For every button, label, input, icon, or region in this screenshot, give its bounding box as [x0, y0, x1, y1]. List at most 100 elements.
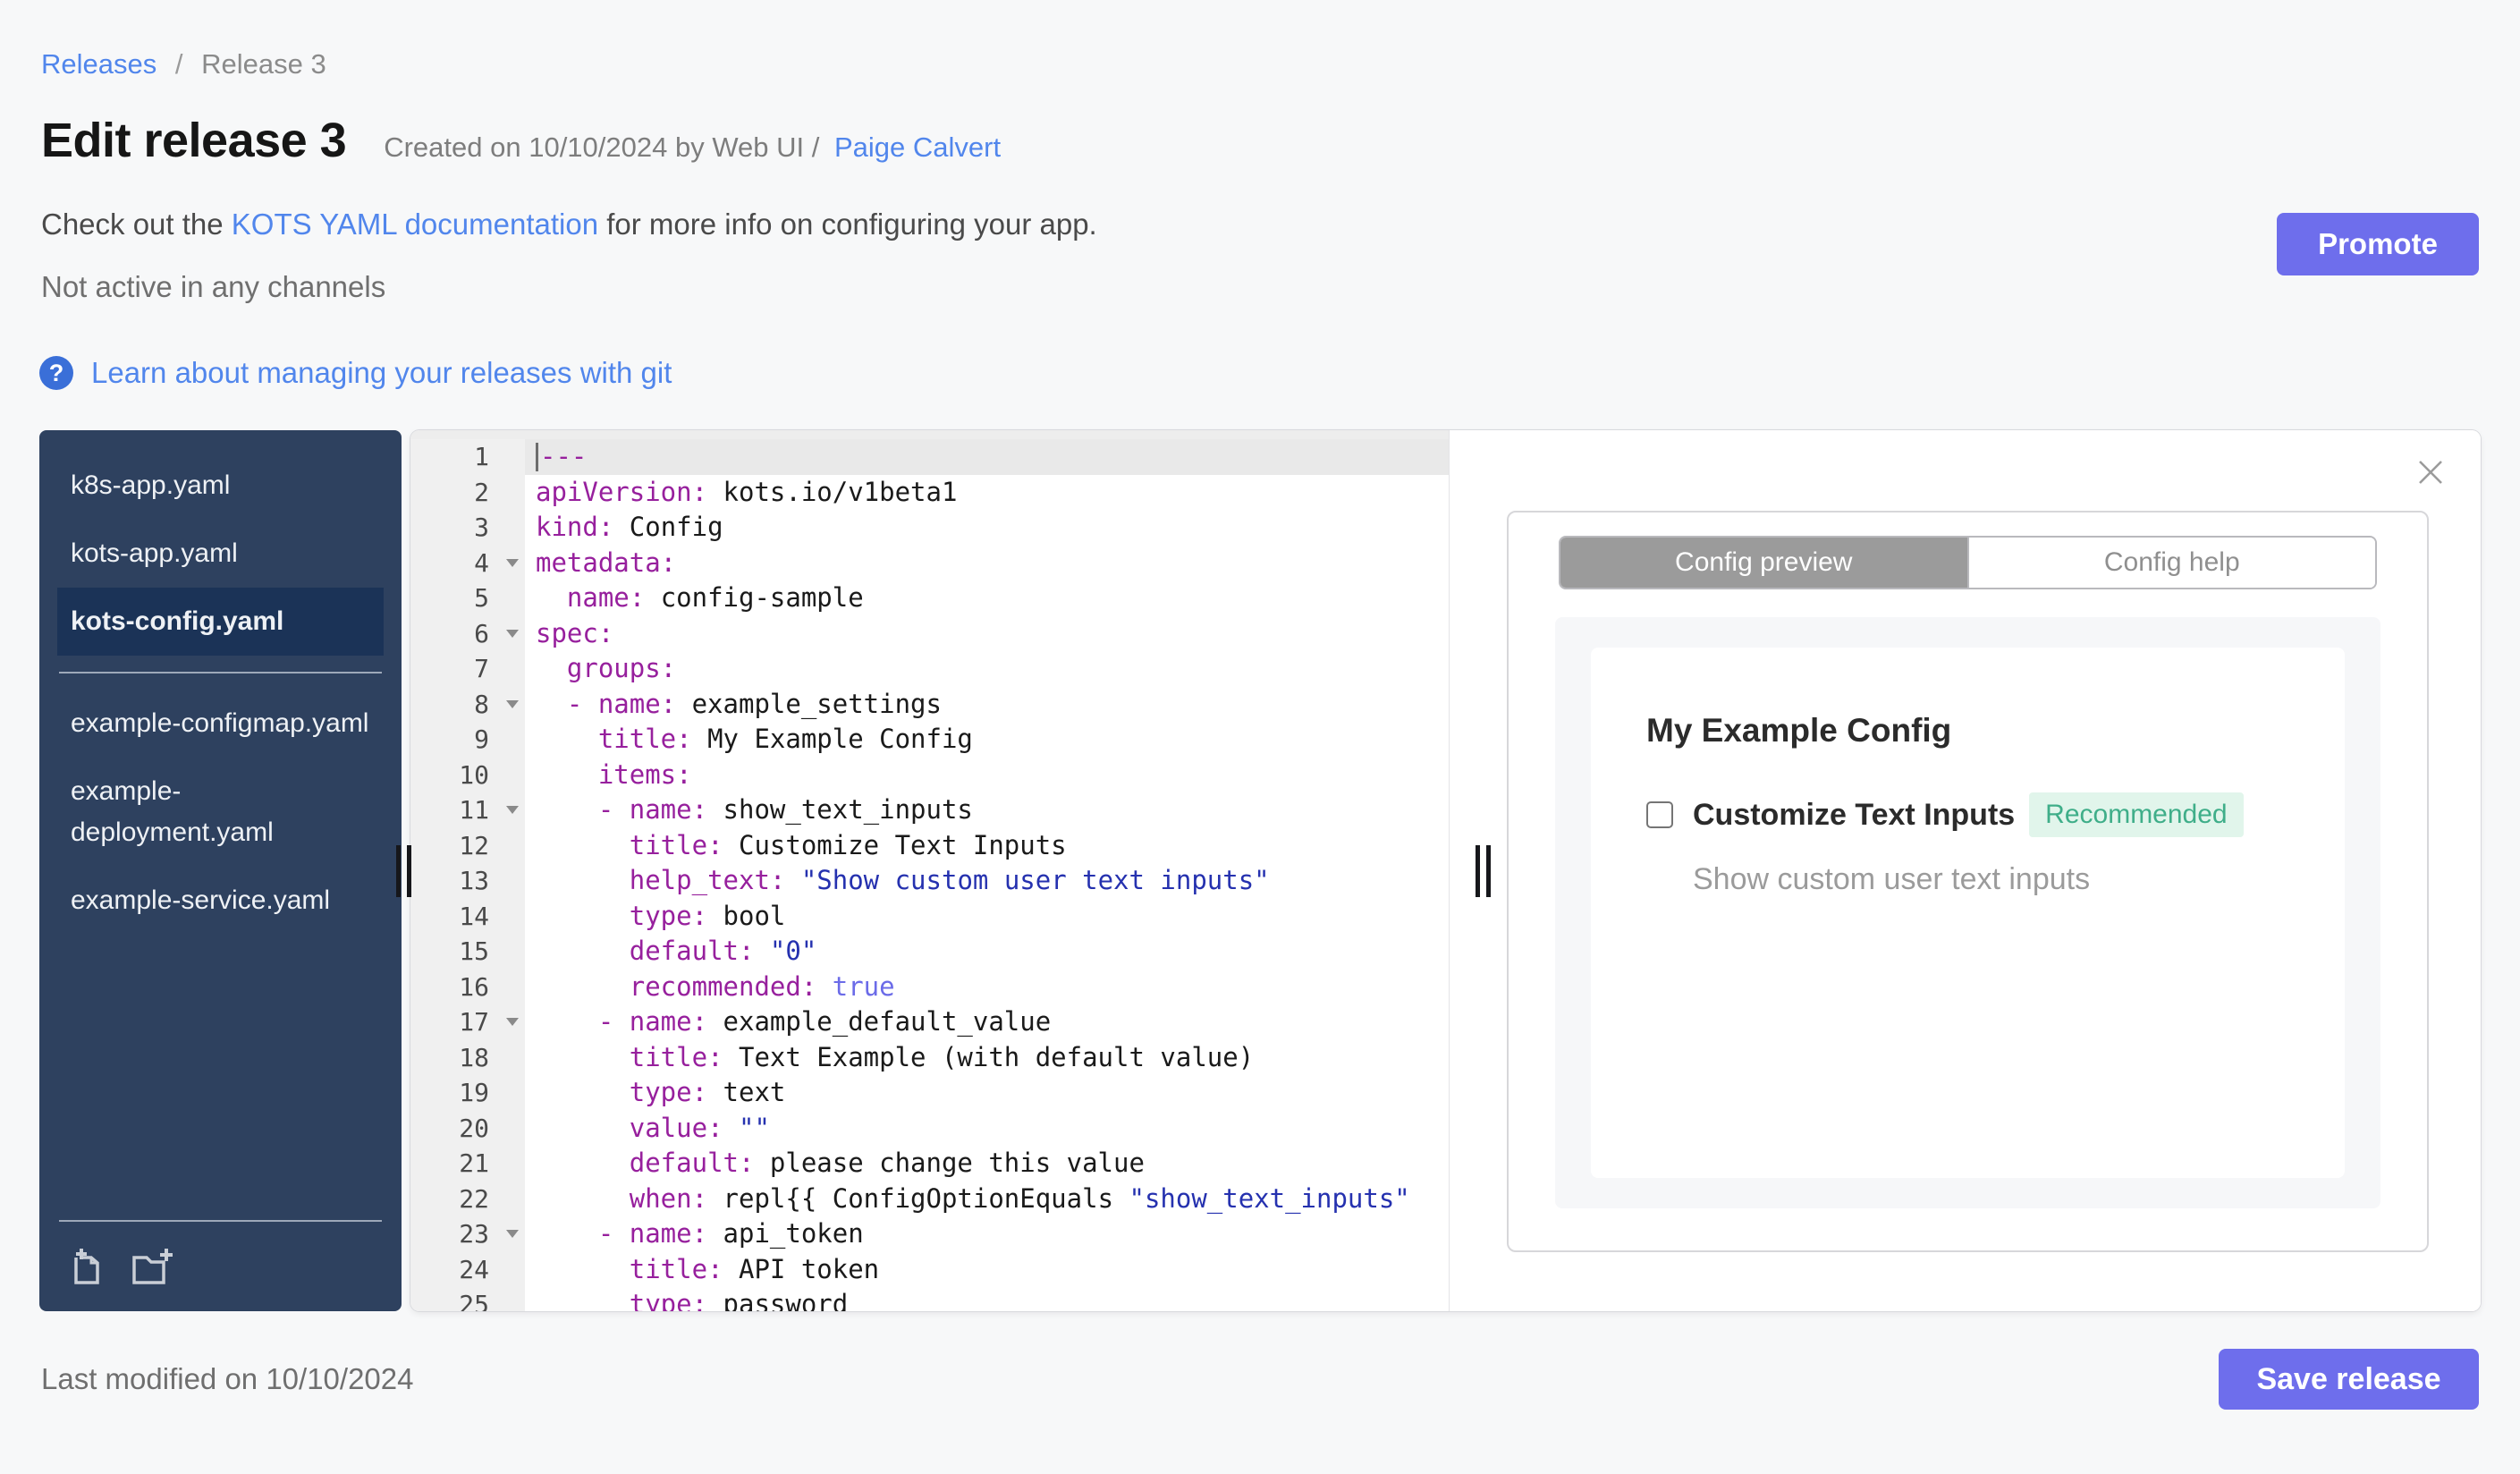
code-line-4[interactable]: 4 metadata: [410, 545, 1449, 580]
sidebar-file-kots-app.yaml[interactable]: kots-app.yaml [57, 520, 384, 588]
code-text: --- [525, 439, 1449, 475]
code-line-2[interactable]: 2 apiVersion: kots.io/v1beta1 [410, 474, 1449, 510]
line-number: 24 [410, 1251, 525, 1287]
config-preview-body: My Example Config Customize Text Inputs … [1555, 617, 2380, 1208]
created-text: Created on 10/10/2024 by Web UI / [384, 131, 820, 163]
line-number: 13 [410, 863, 525, 899]
sidebar-file-example-service.yaml[interactable]: example-service.yaml [57, 867, 384, 935]
config-panel: Config preview Config help My Example Con… [1507, 511, 2429, 1252]
line-number: 14 [410, 898, 525, 934]
code-line-17[interactable]: 17 - name: example_default_value [410, 1004, 1449, 1040]
close-icon[interactable] [2411, 453, 2450, 493]
question-mark-icon: ? [39, 356, 73, 390]
fold-arrow-icon[interactable] [506, 558, 519, 567]
line-number: 5 [410, 580, 525, 616]
code-line-24[interactable]: 24 title: API token [410, 1251, 1449, 1287]
docs-line: Check out the KOTS YAML documentation fo… [41, 208, 2520, 241]
line-number: 10 [410, 757, 525, 792]
breadcrumb-current: Release 3 [201, 48, 326, 80]
code-line-9[interactable]: 9 title: My Example Config [410, 722, 1449, 758]
code-text: groups: [566, 653, 677, 683]
code-line-3[interactable]: 3 kind: Config [410, 510, 1449, 546]
code-text: when: repl{{ ConfigOptionEquals "show_te… [629, 1182, 1410, 1214]
editor-card: 1 --- 2 apiVersion: kots.io/v1beta1 3 kind: C… [410, 430, 2481, 1311]
created-info: Created on 10/10/2024 by Web UI / Paige … [384, 131, 1001, 164]
code-line-5[interactable]: 5 name: config-sample [410, 580, 1449, 616]
code-line-18[interactable]: 18 title: Text Example (with default val… [410, 1039, 1449, 1075]
new-folder-icon[interactable] [131, 1247, 177, 1288]
code-editor[interactable]: 1 --- 2 apiVersion: kots.io/v1beta1 3 kind: C… [410, 430, 1450, 1311]
line-number: 23 [410, 1216, 525, 1252]
code-line-8[interactable]: 8 - name: example_settings [410, 686, 1449, 722]
code-text: title: API token [629, 1253, 880, 1284]
code-text: value: "" [629, 1112, 770, 1143]
line-number: 20 [410, 1110, 525, 1146]
resize-handle-left[interactable] [396, 844, 411, 897]
kots-docs-link[interactable]: KOTS YAML documentation [232, 208, 598, 241]
code-line-19[interactable]: 19 type: text [410, 1075, 1449, 1111]
breadcrumb-separator: / [174, 48, 183, 80]
fold-arrow-icon[interactable] [506, 1230, 519, 1238]
code-text: default: "0" [629, 936, 817, 966]
line-number: 4 [410, 545, 525, 580]
code-text: title: Text Example (with default value) [629, 1041, 1255, 1072]
code-text: apiVersion: kots.io/v1beta1 [536, 476, 958, 507]
fold-arrow-icon[interactable] [506, 629, 519, 638]
author-link[interactable]: Paige Calvert [834, 131, 1001, 163]
file-sidebar: k8s-app.yaml kots-app.yaml kots-config.yam… [39, 430, 402, 1311]
line-number: 7 [410, 651, 525, 687]
sidebar-file-k8s-app.yaml[interactable]: k8s-app.yaml [57, 452, 384, 520]
code-line-20[interactable]: 20 value: "" [410, 1110, 1449, 1146]
code-line-6[interactable]: 6 spec: [410, 615, 1449, 651]
sidebar-file-kots-config.yaml[interactable]: kots-config.yaml [57, 588, 384, 656]
fold-arrow-icon[interactable] [506, 806, 519, 814]
code-text: type: password [629, 1289, 849, 1311]
sidebar-file-example-deployment.yaml[interactable]: example-deployment.yaml [57, 758, 384, 867]
line-number: 2 [410, 474, 525, 510]
breadcrumb-releases-link[interactable]: Releases [41, 48, 156, 80]
code-line-11[interactable]: 11 - name: show_text_inputs [410, 792, 1449, 828]
fold-arrow-icon[interactable] [506, 699, 519, 708]
tab-config-help[interactable]: Config help [1966, 538, 2375, 588]
line-number: 21 [410, 1146, 525, 1182]
code-text: metadata: [536, 546, 677, 578]
code-line-15[interactable]: 15 default: "0" [410, 934, 1449, 970]
customize-text-inputs-checkbox[interactable] [1646, 801, 1673, 828]
code-line-13[interactable]: 13 help_text: "Show custom user text inp… [410, 863, 1449, 899]
config-group-card: My Example Config Customize Text Inputs … [1591, 648, 2345, 1178]
docs-line-prefix: Check out the [41, 208, 232, 241]
code-line-1[interactable]: 1 --- [410, 439, 1449, 475]
code-line-10[interactable]: 10 items: [410, 757, 1449, 792]
config-group-title: My Example Config [1646, 712, 1952, 749]
line-number: 12 [410, 827, 525, 863]
promote-button[interactable]: Promote [2277, 213, 2479, 275]
code-line-22[interactable]: 22 when: repl{{ ConfigOptionEquals "show… [410, 1181, 1449, 1216]
code-line-21[interactable]: 21 default: please change this value [410, 1146, 1449, 1182]
code-line-16[interactable]: 16 recommended: true [410, 969, 1449, 1004]
fold-arrow-icon[interactable] [506, 1018, 519, 1026]
line-number: 19 [410, 1075, 525, 1111]
line-number: 22 [410, 1181, 525, 1216]
code-line-14[interactable]: 14 type: bool [410, 898, 1449, 934]
line-number: 9 [410, 722, 525, 758]
resize-handle-right[interactable] [1476, 844, 1491, 897]
editor-top-strip [410, 430, 1449, 439]
git-releases-link[interactable]: Learn about managing your releases with … [91, 356, 672, 390]
sidebar-footer [39, 1204, 402, 1311]
new-file-icon[interactable] [64, 1247, 106, 1288]
channel-status: Not active in any channels [41, 270, 386, 303]
code-text: recommended: true [629, 970, 895, 1002]
tab-config-preview[interactable]: Config preview [1560, 538, 1967, 588]
code-line-12[interactable]: 12 title: Customize Text Inputs [410, 827, 1449, 863]
code-line-7[interactable]: 7 groups: [410, 651, 1449, 687]
sidebar-file-example-configmap.yaml[interactable]: example-configmap.yaml [57, 690, 384, 758]
code-line-23[interactable]: 23 - name: api_token [410, 1216, 1449, 1252]
git-help-row: ? Learn about managing your releases wit… [39, 356, 2520, 390]
code-text: kind: Config [536, 512, 723, 542]
title-row: Edit release 3 Created on 10/10/2024 by … [41, 113, 2520, 168]
save-release-button[interactable]: Save release [2219, 1349, 2479, 1410]
code-line-25[interactable]: 25 type: password [410, 1287, 1449, 1311]
config-item-label[interactable]: Customize Text Inputs [1693, 798, 2015, 833]
docs-line-suffix: for more info on configuring your app. [598, 208, 1097, 241]
code-lines: 1 --- 2 apiVersion: kots.io/v1beta1 3 kind: C… [410, 439, 1449, 1311]
